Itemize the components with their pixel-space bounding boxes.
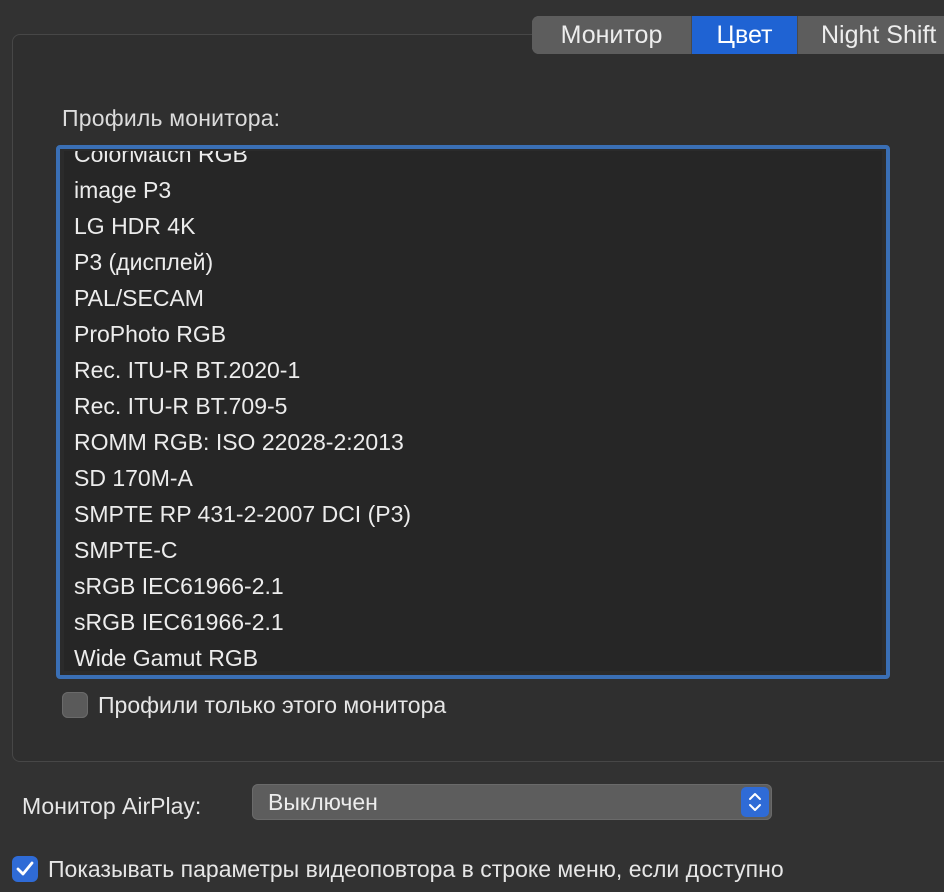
profile-list-item[interactable]: Rec. ITU-R BT.709-5 — [64, 388, 882, 424]
profile-list-item[interactable]: sRGB IEC61966-2.1 — [64, 568, 882, 604]
tab-color[interactable]: Цвет — [692, 16, 798, 54]
profile-list-item[interactable]: image P3 — [64, 172, 882, 208]
mirroring-option-checkbox[interactable] — [12, 856, 38, 882]
checkmark-icon — [16, 861, 34, 876]
profile-list-item[interactable]: ProPhoto RGB — [64, 316, 882, 352]
profile-list[interactable]: ColorMatch RGB image P3 LG HDR 4K P3 (диспл… — [56, 145, 890, 679]
profile-list-item[interactable]: Wide Gamut RGB — [64, 640, 882, 671]
only-this-monitor-checkbox[interactable] — [62, 692, 88, 718]
only-this-monitor-row[interactable]: Профили только этого монитора — [62, 690, 446, 720]
profile-list-item[interactable]: LG HDR 4K — [64, 208, 882, 244]
tab-monitor[interactable]: Монитор — [532, 16, 692, 54]
profile-list-viewport: ColorMatch RGB image P3 LG HDR 4K P3 (диспл… — [64, 151, 882, 671]
tab-night-shift[interactable]: Night Shift — [798, 16, 944, 54]
profile-list-item[interactable]: Rec. ITU-R BT.2020-1 — [64, 352, 882, 388]
profile-list-item[interactable]: SD 170M-A — [64, 460, 882, 496]
segmented-tabs: Монитор Цвет Night Shift — [532, 16, 944, 54]
chevron-up-down-icon — [741, 787, 769, 817]
profile-list-items: ColorMatch RGB image P3 LG HDR 4K P3 (диспл… — [64, 151, 882, 671]
profile-list-item[interactable]: ColorMatch RGB — [64, 151, 882, 172]
airplay-label: Монитор AirPlay: — [22, 793, 202, 819]
only-this-monitor-label: Профили только этого монитора — [98, 691, 447, 718]
profile-list-item[interactable]: P3 (дисплей) — [64, 244, 882, 280]
profile-list-item[interactable]: SMPTE RP 431-2-2007 DCI (P3) — [64, 496, 882, 532]
profile-list-item[interactable]: SMPTE-C — [64, 532, 882, 568]
display-preferences-window: Монитор Цвет Night Shift Профиль монитор… — [0, 0, 944, 892]
profile-list-item[interactable]: ROMM RGB: ISO 22028-2:2013 — [64, 424, 882, 460]
profile-list-item[interactable]: sRGB IEC61966-2.1 — [64, 604, 882, 640]
airplay-popup[interactable]: Выключен — [252, 784, 772, 820]
mirroring-option-row[interactable]: Показывать параметры видеоповтора в стро… — [12, 853, 784, 885]
airplay-popup-value: Выключен — [268, 789, 378, 815]
profile-section-label: Профиль монитора: — [62, 105, 281, 131]
profile-list-item[interactable]: PAL/SECAM — [64, 280, 882, 316]
mirroring-option-label: Показывать параметры видеоповтора в стро… — [48, 855, 784, 882]
